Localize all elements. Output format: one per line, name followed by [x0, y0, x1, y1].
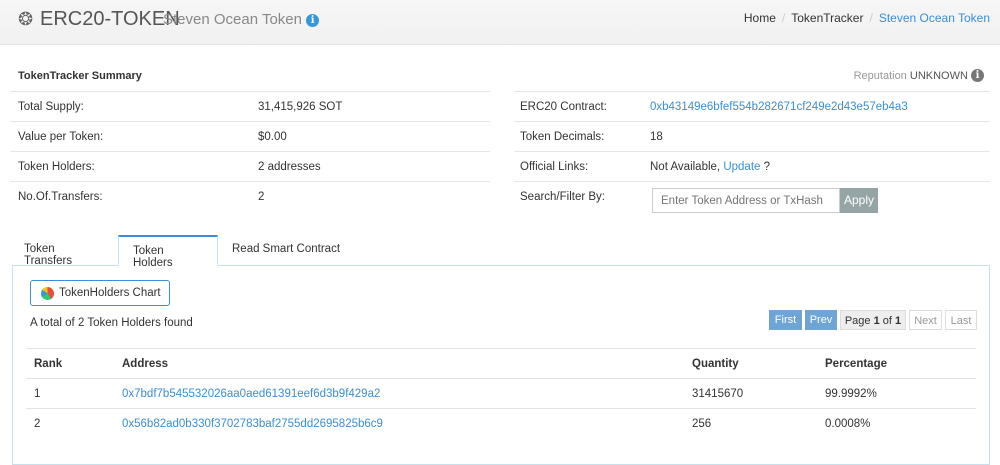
table-row: 1 0x7bdf7b545532026aa0aed61391eef6d3b9f4… — [26, 378, 976, 409]
tab-read-smart-contract[interactable]: Read Smart Contract — [218, 235, 358, 266]
col-rank: Rank — [26, 348, 114, 379]
breadcrumb-current[interactable]: Steven Ocean Token — [879, 11, 990, 25]
label: Token Holders: — [18, 161, 95, 173]
label: Search/Filter By: — [520, 191, 605, 203]
table-header: Rank Address Quantity Percentage — [26, 348, 976, 379]
summary-row-search: Search/Filter By: Apply — [514, 181, 990, 221]
info-icon[interactable]: i — [306, 14, 320, 27]
quantity: 256 — [684, 408, 817, 439]
token-name: Steven Ocean Token i — [163, 11, 320, 28]
label: Official Links: — [520, 161, 589, 173]
address-link[interactable]: 0x7bdf7b545532026aa0aed61391eef6d3b9f429… — [122, 388, 380, 400]
links-value: Not Available, — [650, 161, 721, 173]
prev-page-button[interactable]: Prev — [805, 310, 837, 330]
percentage: 0.0008% — [817, 408, 976, 439]
label: No.Of.Transfers: — [18, 191, 103, 203]
rank: 2 — [26, 408, 114, 439]
tab-token-holders[interactable]: Token Holders — [118, 235, 218, 269]
reputation-value: UNKNOWN — [909, 70, 968, 82]
value: 31,415,926 SOT — [258, 101, 343, 113]
tokenholders-chart-button[interactable]: TokenHolders Chart — [30, 280, 170, 306]
contract-link[interactable]: 0xb43149e6bfef554b282671cf249e2d43e57eb4… — [650, 101, 908, 113]
label: Token Decimals: — [520, 131, 605, 143]
col-quantity: Quantity — [684, 348, 817, 379]
summary-row-decimals: Token Decimals: 18 — [514, 121, 990, 151]
summary-row-value-per-token: Value per Token: $0.00 — [10, 121, 490, 151]
quantity: 31415670 — [684, 378, 817, 409]
update-link[interactable]: Update — [723, 161, 760, 173]
tab-token-transfers[interactable]: Token Transfers — [10, 235, 118, 267]
summary-row-transfers: No.Of.Transfers: 2 — [10, 181, 490, 211]
reputation: Reputation UNKNOWN i — [854, 69, 984, 82]
col-percentage: Percentage — [817, 348, 976, 379]
page-indicator: Page 1 of 1 — [840, 310, 906, 330]
breadcrumb-home[interactable]: Home — [744, 11, 776, 25]
page-of: of — [882, 315, 892, 327]
first-page-button[interactable]: First — [769, 310, 802, 330]
percentage: 99.9992% — [817, 378, 976, 409]
total-holders-text: A total of 2 Token Holders found — [30, 317, 193, 329]
token-name-text: Steven Ocean Token — [163, 11, 302, 28]
value: 2 — [258, 191, 265, 203]
search-input[interactable] — [652, 188, 840, 213]
summary-row-total-supply: Total Supply: 31,415,926 SOT — [10, 91, 490, 121]
token-logo-icon: ❂ — [18, 9, 34, 29]
page-total: 1 — [895, 315, 902, 327]
apply-button[interactable]: Apply — [840, 188, 878, 213]
table-row: 2 0x56b82ad0b330f3702783baf2755dd2695825… — [26, 408, 976, 439]
value: 2 addresses — [258, 161, 321, 173]
rank: 1 — [26, 378, 114, 409]
last-page-button[interactable]: Last — [945, 310, 977, 330]
page-title: ERC20-TOKEN — [40, 8, 180, 30]
col-address: Address — [114, 348, 684, 379]
page-header: ❂ ERC20-TOKEN Steven Ocean Token i Home /… — [0, 0, 1000, 45]
value: Not Available, Update ? — [650, 161, 770, 173]
summary-right: ERC20 Contract: 0xb43149e6bfef554b282671c… — [514, 91, 990, 221]
button-label: TokenHolders Chart — [59, 287, 161, 299]
label: Total Supply: — [18, 101, 84, 113]
page-prefix: Page — [844, 315, 871, 327]
value: 18 — [650, 131, 663, 143]
summary-row-links: Official Links: Not Available, Update ? — [514, 151, 990, 181]
summary-title: TokenTracker Summary — [18, 70, 142, 82]
reputation-label: Reputation — [853, 70, 907, 82]
address-link[interactable]: 0x56b82ad0b330f3702783baf2755dd2695825b6… — [122, 418, 383, 430]
breadcrumb-tokentracker[interactable]: TokenTracker — [791, 11, 863, 25]
label: ERC20 Contract: — [520, 101, 607, 113]
info-icon[interactable]: i — [971, 69, 984, 82]
pie-chart-icon — [41, 287, 54, 300]
summary-row-token-holders: Token Holders: 2 addresses — [10, 151, 490, 181]
question-mark: ? — [763, 161, 771, 173]
label: Value per Token: — [18, 131, 104, 143]
value: $0.00 — [258, 131, 287, 143]
next-page-button[interactable]: Next — [909, 310, 942, 330]
breadcrumb: Home / TokenTracker / Steven Ocean Token — [743, 11, 990, 25]
page-current: 1 — [873, 315, 880, 327]
summary-left: Total Supply: 31,415,926 SOT Value per To… — [10, 91, 490, 211]
summary-row-contract: ERC20 Contract: 0xb43149e6bfef554b282671c… — [514, 91, 990, 121]
holders-table: Rank Address Quantity Percentage 1 0x7bd… — [26, 348, 976, 439]
